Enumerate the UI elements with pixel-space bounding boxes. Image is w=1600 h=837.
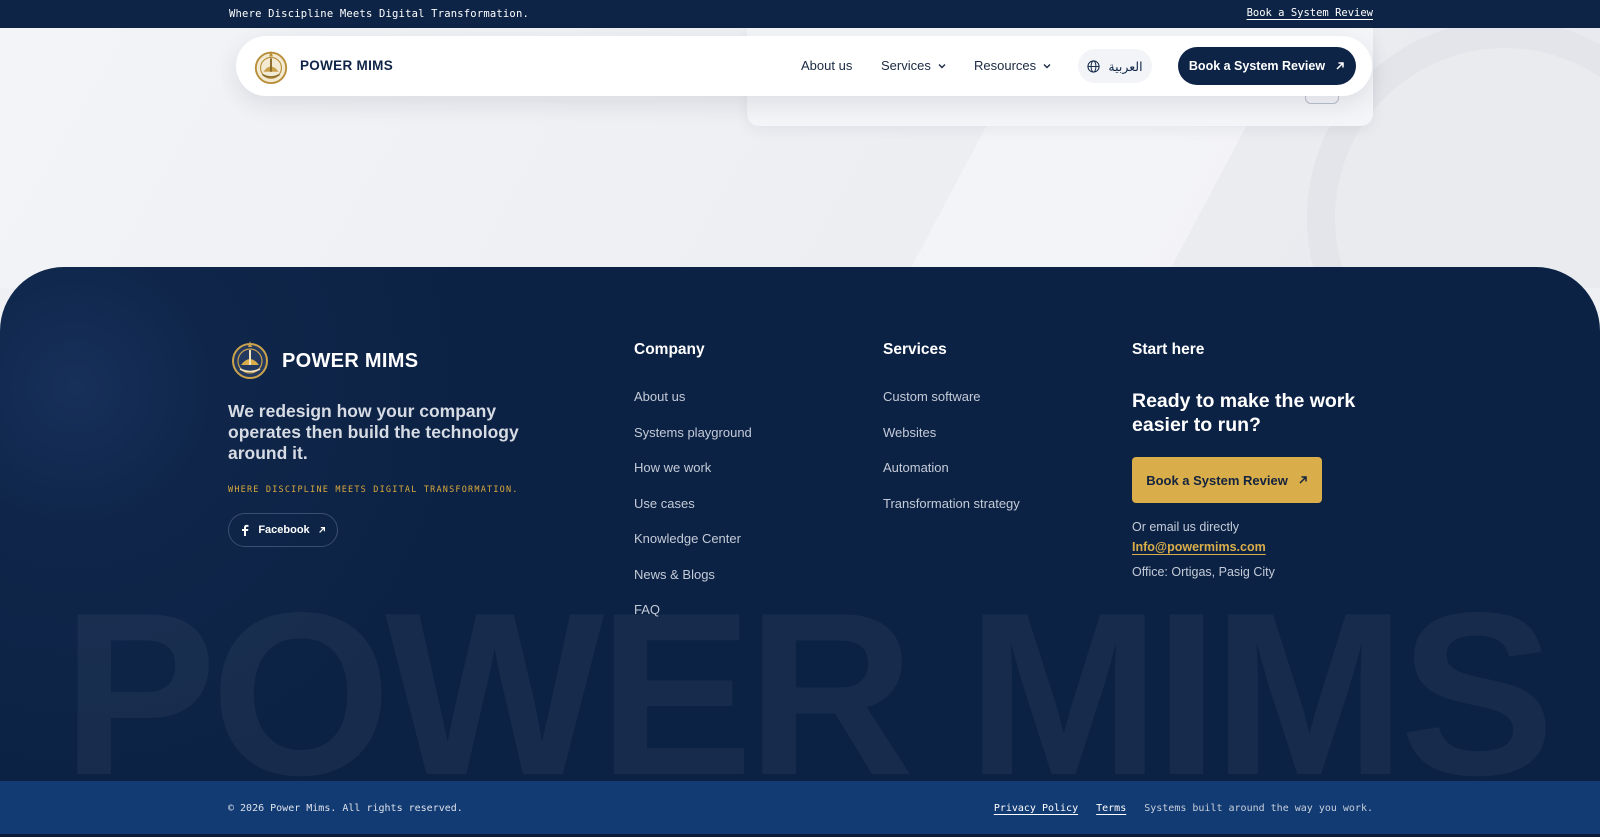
footer-tagline: WHERE DISCIPLINE MEETS DIGITAL TRANSFORM… <box>228 485 519 495</box>
footer-link-news-blogs[interactable]: News & Blogs <box>634 567 752 603</box>
nav-book-review-button[interactable]: Book a System Review <box>1178 47 1356 85</box>
footer-bottom-bar: © 2026 Power Mims. All rights reserved. … <box>0 781 1600 837</box>
facebook-label: Facebook <box>258 524 310 536</box>
footer-link-use-cases[interactable]: Use cases <box>634 496 752 532</box>
footer-services-heading: Services <box>883 341 947 358</box>
language-switcher[interactable]: العربية <box>1078 49 1152 83</box>
chevron-down-icon <box>1043 63 1051 68</box>
footer-link-about-us[interactable]: About us <box>634 389 752 425</box>
arrow-up-right-icon <box>1299 476 1307 484</box>
footer-link-knowledge-center[interactable]: Knowledge Center <box>634 531 752 567</box>
nav-services-label: Services <box>881 58 931 73</box>
nav-about-us-label: About us <box>801 58 853 73</box>
footer-start-question: Ready to make the work easier to run? <box>1132 390 1356 436</box>
footer-link-transformation-strategy[interactable]: Transformation strategy <box>883 496 1020 532</box>
footer-link-automation[interactable]: Automation <box>883 460 1020 496</box>
legal-links: Privacy Policy Terms Systems built aroun… <box>994 803 1373 814</box>
nav-cta-label: Book a System Review <box>1188 59 1326 73</box>
announcement-tagline: Where Discipline Meets Digital Transform… <box>229 8 529 20</box>
background-circle-decoration <box>1335 48 1600 288</box>
footer-brand-name[interactable]: POWER MIMS <box>282 350 418 373</box>
footer-start-heading: Start here <box>1132 341 1205 358</box>
topbar-book-review-link[interactable]: Book a System Review <box>1247 7 1373 19</box>
footer-company-links: About us Systems playground How we work … <box>634 389 752 638</box>
footer-company-heading: Company <box>634 341 705 358</box>
power-mims-logo-icon[interactable] <box>228 337 272 381</box>
footer-services-links: Custom software Websites Automation Tran… <box>883 389 1020 531</box>
nav-resources-label: Resources <box>974 58 1037 73</box>
main-navigation: POWER MIMS About us Services Resources ا… <box>236 36 1372 96</box>
power-mims-logo-icon[interactable] <box>252 46 290 86</box>
footer-link-how-we-work[interactable]: How we work <box>634 460 752 496</box>
email-label: Or email us directly <box>1132 520 1239 534</box>
footer-link-custom-software[interactable]: Custom software <box>883 389 1020 425</box>
footer-intro-text: We redesign how your company operates th… <box>228 401 519 463</box>
facebook-icon <box>242 524 249 536</box>
copyright-text: © 2026 Power Mims. All rights reserved. <box>228 803 463 814</box>
announcement-bar: Where Discipline Meets Digital Transform… <box>0 0 1600 28</box>
footer-link-faq[interactable]: FAQ <box>634 602 752 638</box>
footer-book-review-button[interactable]: Book a System Review <box>1132 457 1322 503</box>
footer-slogan: Systems built around the way you work. <box>1144 803 1373 814</box>
terms-link[interactable]: Terms <box>1096 803 1126 814</box>
email-link[interactable]: Info@powermims.com <box>1132 540 1266 554</box>
privacy-policy-link[interactable]: Privacy Policy <box>994 803 1078 814</box>
chevron-down-icon <box>938 63 946 68</box>
nav-about-us[interactable]: About us <box>801 58 852 73</box>
footer-cta-label: Book a System Review <box>1146 472 1288 488</box>
nav-brand-name[interactable]: POWER MIMS <box>300 58 393 73</box>
site-footer: POWER MIMS POWER MIMS We redesign how yo… <box>0 267 1600 781</box>
globe-icon <box>1087 59 1100 73</box>
facebook-link-button[interactable]: Facebook <box>228 513 338 547</box>
arrow-up-right-icon <box>318 527 325 533</box>
footer-watermark-text: POWER MIMS <box>62 579 1555 782</box>
footer-link-systems-playground[interactable]: Systems playground <box>634 425 752 461</box>
nav-services-dropdown[interactable]: Services <box>881 58 947 73</box>
language-label: العربية <box>1108 59 1143 74</box>
office-address: Office: Ortigas, Pasig City <box>1132 565 1275 579</box>
arrow-up-right-icon <box>1336 62 1344 70</box>
footer-link-websites[interactable]: Websites <box>883 425 1020 461</box>
nav-resources-dropdown[interactable]: Resources <box>974 58 1052 73</box>
